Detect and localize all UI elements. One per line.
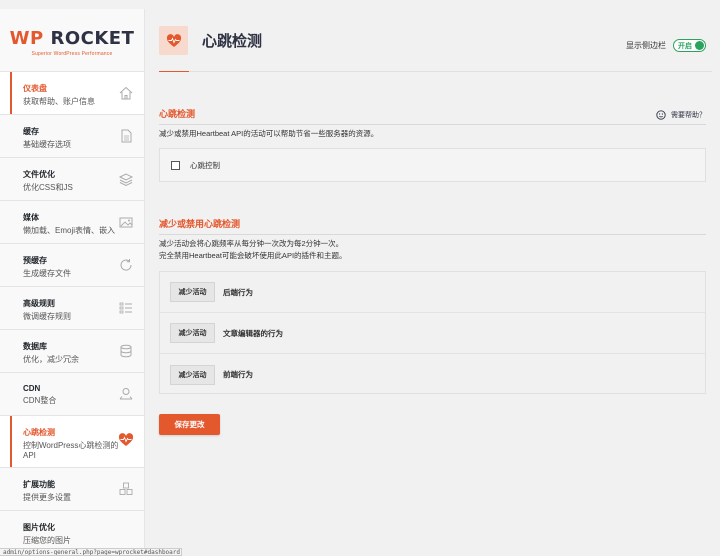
toggle-knob (695, 41, 704, 50)
section-title: 减少或禁用心跳检测 (159, 219, 241, 229)
sidebar-item-database[interactable]: 数据库 优化，减少冗余 (0, 329, 144, 372)
sidebar-item-dashboard[interactable]: 仪表盘 获取帮助、账户信息 (0, 71, 144, 114)
logo-rocket: ROCKET (50, 27, 135, 49)
page-title: 心跳检测 (202, 33, 263, 50)
sidebar-toggle-label: 显示侧边栏 (626, 41, 666, 50)
heartbeat-icon (118, 432, 134, 448)
addons-icon (118, 481, 134, 497)
checkbox-label: 心跳控制 (190, 160, 220, 170)
heartbeat-control-checkbox[interactable] (171, 160, 180, 170)
heartbeat-control-option[interactable]: 心跳控制 (160, 149, 705, 181)
heartbeat-control-box: 心跳控制 (159, 148, 706, 182)
sidebar-item-title: 图片优化 (23, 523, 55, 532)
status-bar-url: admin/options-general.php?page=wprocket#… (0, 548, 182, 556)
sidebar-item-heartbeat[interactable]: 心跳检测 控制WordPress心跳检测的API (0, 415, 144, 467)
section-description-line-1: 减少活动会将心跳频率从每分钟一次改为每2分钟一次。 (159, 239, 344, 248)
logo-tagline: Superior WordPress Performance (31, 50, 113, 57)
section-reduce-head: 减少或禁用心跳检测 (159, 215, 706, 235)
header-accent-line (159, 71, 189, 72)
behavior-label: 后端行为 (223, 287, 253, 297)
heartbeat-behavior-box: 减少活动 后端行为 减少活动 文章编辑器的行为 减少活动 前端行为 (159, 271, 706, 394)
sidebar-toggle-switch[interactable]: 开启 (673, 39, 706, 52)
sidebar-item-desc: 压缩您的图片 (23, 536, 71, 545)
behavior-select[interactable]: 减少活动 (170, 323, 215, 343)
page-header: 心跳检测 显示侧边栏 开启 (146, 9, 720, 72)
help-label: 需要帮助？ (671, 112, 706, 119)
sidebar-item-image-optimization[interactable]: 图片优化 压缩您的图片 (0, 510, 144, 553)
sidebar-item-cache[interactable]: 缓存 基础缓存选项 (0, 114, 144, 157)
behavior-label: 前端行为 (223, 370, 253, 379)
behavior-select[interactable]: 减少活动 (170, 282, 215, 302)
wp-rocket-logo: WP ROCKET Superior WordPress Performance (0, 9, 144, 71)
help-link[interactable]: 需要帮助？ (656, 110, 706, 120)
section-title: 心跳检测 (159, 109, 196, 119)
behavior-select[interactable]: 减少活动 (170, 364, 215, 385)
cdn-icon (118, 386, 134, 402)
file-icon (118, 128, 134, 144)
section-description: 减少或禁用Heartbeat API的活动可以帮助节省一些服务器的资源。 (159, 129, 379, 138)
sidebar-item-preload[interactable]: 预缓存 生成缓存文件 (0, 243, 144, 286)
sidebar-item-addons[interactable]: 扩展功能 提供更多设置 (0, 467, 144, 510)
sidebar-item-cdn[interactable]: CDN CDN整合 (0, 372, 144, 415)
logo-wp: WP (9, 27, 44, 49)
behavior-row-backend: 减少活动 后端行为 (160, 272, 705, 313)
image-icon (118, 214, 134, 230)
header-divider (189, 71, 712, 72)
refresh-icon (118, 257, 134, 273)
layers-icon (118, 171, 134, 187)
sidebar-item-advanced-rules[interactable]: 高级规则 微调缓存规则 (0, 286, 144, 329)
main-content: 心跳检测 显示侧边栏 开启 心跳检测 需要帮助？ 减少或禁用Heartbeat … (146, 9, 720, 556)
list-icon (118, 300, 134, 316)
sidebar: WP ROCKET Superior WordPress Performance… (0, 9, 145, 556)
sidebar-toggle: 显示侧边栏 开启 (626, 39, 706, 52)
behavior-row-frontend: 减少活动 前端行为 (160, 354, 705, 395)
heartbeat-icon (159, 26, 188, 55)
home-icon (118, 85, 134, 101)
section-description-line-2: 完全禁用Heartbeat可能会破坏使用此API的插件和主题。 (159, 251, 347, 260)
database-icon (118, 343, 134, 359)
section-heartbeat-head: 心跳检测 需要帮助？ (159, 105, 706, 125)
sidebar-item-file-optimization[interactable]: 文件优化 优化CSS和JS (0, 157, 144, 200)
help-icon (656, 110, 666, 120)
behavior-row-post-editor: 减少活动 文章编辑器的行为 (160, 313, 705, 354)
sidebar-item-media[interactable]: 媒体 懒加载、Emoji表情、嵌入 (0, 200, 144, 243)
toggle-state-text: 开启 (678, 42, 692, 50)
save-button[interactable]: 保存更改 (159, 414, 220, 435)
behavior-label: 文章编辑器的行为 (223, 328, 283, 338)
sidebar-item-desc: 控制WordPress心跳检测的API (23, 441, 119, 460)
